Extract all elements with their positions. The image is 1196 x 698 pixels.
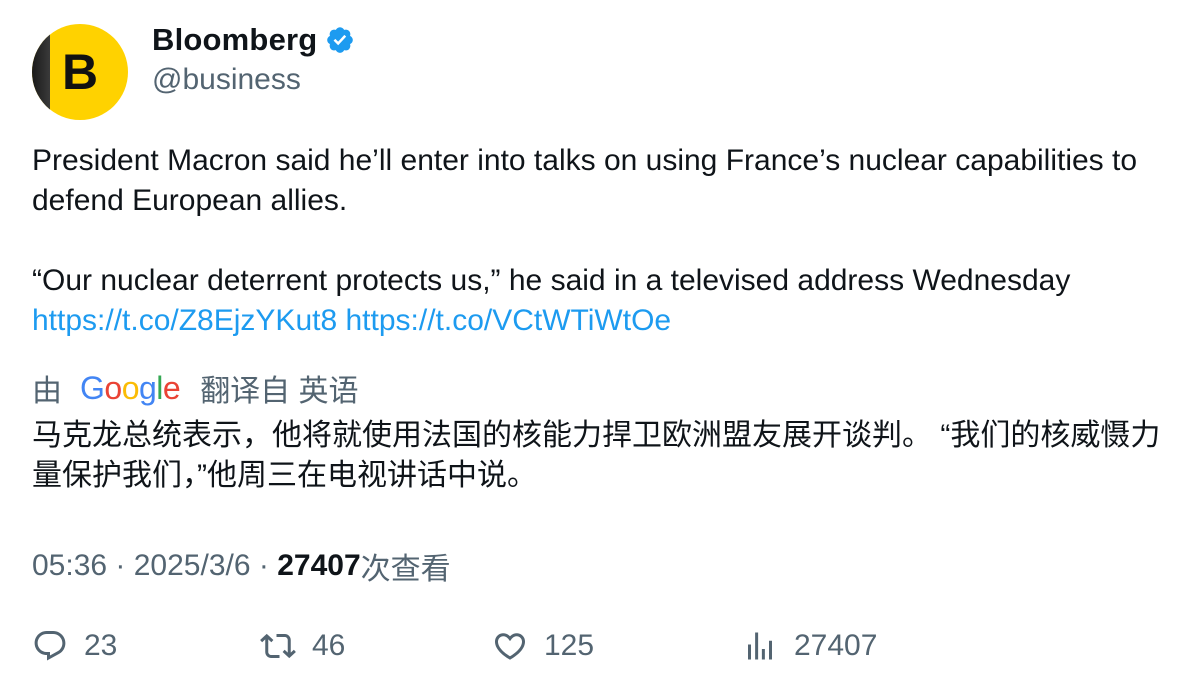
author-name-row: Bloomberg [152, 22, 355, 58]
verified-badge-icon [325, 25, 355, 55]
translation-by-label: 由 [32, 375, 62, 408]
translation-from-label: 翻译自 英语 [200, 375, 359, 408]
tweet-link-1[interactable]: https://t.co/Z8EjzYKut8 [32, 304, 337, 337]
retweet-count: 46 [312, 629, 346, 662]
retweet-button[interactable]: 46 [260, 628, 345, 664]
tweet-text-paragraph-2: “Our nuclear deterrent protects us,” he … [32, 264, 1071, 297]
heart-icon [494, 633, 526, 660]
reply-button[interactable]: 23 [32, 628, 117, 664]
tweet-date[interactable]: 2025/3/6 [134, 549, 251, 583]
meta-separator: · [250, 549, 278, 582]
tweet-text: President Macron said he’ll enter into t… [32, 141, 1172, 341]
analytics-icon [748, 632, 772, 660]
tweet-text-paragraph-1: President Macron said he’ll enter into t… [32, 144, 1146, 217]
views-count: 27407 [277, 549, 361, 582]
tweet-link-2[interactable]: https://t.co/VCtWTiWtOe [346, 304, 672, 337]
translated-text: 马克龙总统表示，他将就使用法国的核能力捍卫欧洲盟友展开谈判。 “我们的核威慑力量… [32, 419, 1161, 492]
like-button[interactable]: 125 [492, 628, 594, 664]
tweet-time[interactable]: 05:36 [32, 549, 107, 583]
views-button[interactable]: 27407 [742, 628, 877, 664]
author-handle[interactable]: @business [152, 63, 301, 97]
tweet-meta: 05:36 · 2025/3/6 · 27407 次查看 [32, 544, 451, 588]
views-action-count: 27407 [794, 629, 878, 662]
translation-attribution: 由 Google 翻译自 英语 [32, 366, 359, 410]
reply-icon [34, 631, 66, 661]
like-count: 125 [544, 629, 595, 662]
avatar-letter: B [61, 44, 99, 100]
avatar[interactable]: B [32, 24, 128, 120]
retweet-icon [260, 633, 296, 659]
meta-separator: · [107, 549, 134, 582]
author-name[interactable]: Bloomberg [152, 22, 317, 58]
google-logo-icon: Google [80, 369, 181, 406]
views-label: 次查看 [360, 553, 451, 586]
action-bar: 23 46 125 27407 [32, 628, 1172, 678]
reply-count: 23 [84, 629, 118, 662]
